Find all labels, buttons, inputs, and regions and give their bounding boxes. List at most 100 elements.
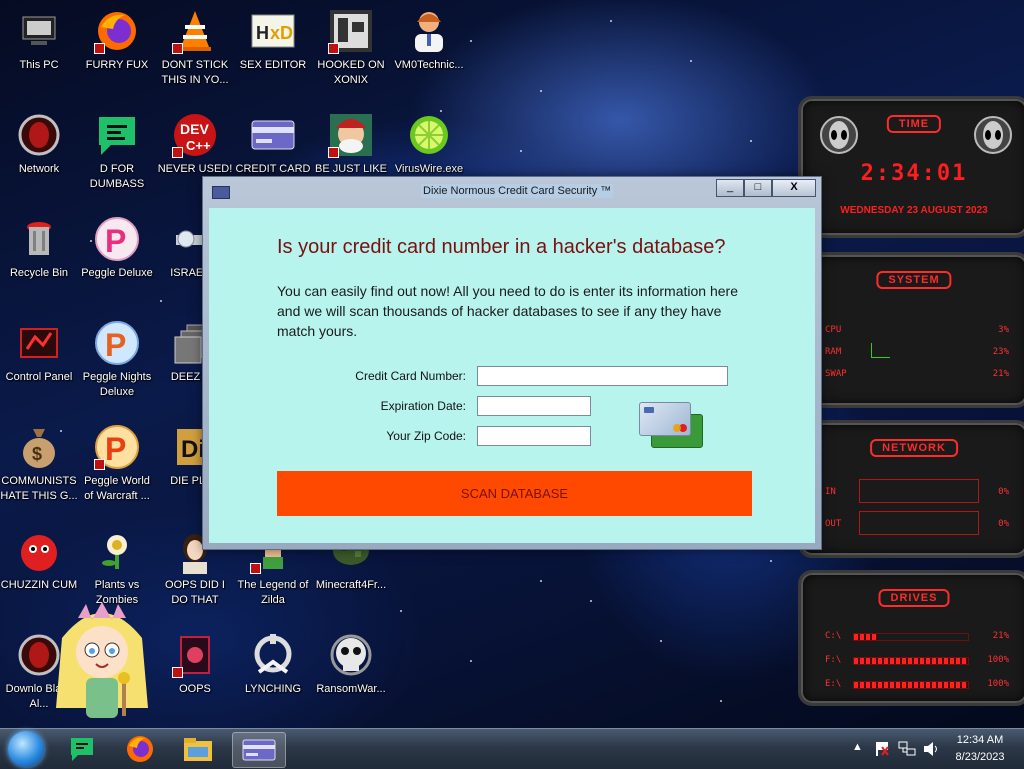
credit-card-security-window[interactable]: Dixie Normous Credit Card Security ™ _ □… — [202, 176, 822, 550]
taskbar-item-firefox[interactable] — [118, 732, 162, 766]
clock-gadget[interactable]: TIME 2:34:01 WEDNESDAY 23 AUGUST 2023 — [798, 96, 1024, 238]
vlc-cone-icon — [172, 8, 218, 54]
network-icon[interactable] — [898, 741, 916, 757]
credit-cards-image — [639, 402, 709, 450]
zip-code-label: Your Zip Code: — [386, 429, 466, 443]
desktop-icon-lynching[interactable]: LYNCHING — [234, 632, 312, 697]
drive-label: C:\ — [825, 631, 842, 641]
firefox-icon — [127, 736, 153, 762]
minimize-button[interactable]: _ — [716, 179, 744, 197]
cartoon-character-sticker — [52, 598, 152, 728]
drive-usage-bar — [853, 657, 969, 665]
intro-text: You can easily find out now! All you nee… — [277, 283, 738, 339]
desktop-icon-peggle-deluxe[interactable]: P Peggle Deluxe — [78, 216, 156, 281]
desktop-icon-vm0technic[interactable]: VM0Technic... — [390, 8, 468, 73]
doctor-icon — [406, 8, 452, 54]
peggle-icon: P — [94, 216, 140, 262]
alien-right-icon — [974, 116, 1012, 154]
desktop-icon-viruswire[interactable]: VirusWire.exe — [390, 112, 468, 177]
maximize-button[interactable]: □ — [744, 179, 772, 197]
taskbar-item-chat[interactable] — [60, 732, 104, 766]
file-explorer-icon — [184, 738, 212, 761]
xonix-game-icon — [328, 8, 374, 54]
close-button[interactable]: X — [772, 179, 816, 197]
svg-text:C++: C++ — [186, 138, 211, 153]
firefox-icon — [94, 8, 140, 54]
alien-left-icon — [820, 116, 858, 154]
desktop-icon-never-used[interactable]: DEV C++ NEVER USED! — [156, 112, 234, 177]
drive-row: E:\ 100% — [825, 679, 1009, 689]
desktop-icon-plants-vs-zombies[interactable]: Plants vs Zombies — [78, 528, 156, 608]
taskbar-clock-date[interactable]: 8/23/2023 — [948, 751, 1012, 763]
clock-time: 2:34:01 — [860, 161, 968, 186]
lime-icon — [406, 112, 452, 158]
drive-row: F:\ 100% — [825, 655, 1009, 665]
desktop-icon-recycle-bin[interactable]: Recycle Bin — [0, 216, 78, 281]
volume-icon[interactable] — [922, 741, 940, 757]
taskbar: ▲ 12:34 AM 8/23/2023 — [0, 728, 1024, 769]
show-hidden-icons-button[interactable]: ▲ — [852, 741, 863, 753]
desktop-icon-peggle-wow[interactable]: P Peggle World of Warcraft ... — [78, 424, 156, 504]
expiration-date-label: Expiration Date: — [380, 399, 466, 413]
desktop-icon-this-pc[interactable]: This PC — [0, 8, 78, 73]
recycle-bin-icon — [16, 216, 62, 262]
desktop-icon-dont-stick[interactable]: DONT STICK THIS IN YO... — [156, 8, 234, 88]
devcpp-icon: DEV C++ — [172, 112, 218, 158]
dude-icon — [328, 112, 374, 158]
money-bag-icon: $ — [16, 424, 62, 470]
scan-database-button[interactable]: SCAN DATABASE — [277, 471, 752, 516]
desktop-icon-oops[interactable]: OOPS — [156, 632, 234, 697]
drive-value: 100% — [987, 655, 1009, 665]
svg-text:P: P — [105, 431, 126, 467]
ram-graph — [871, 343, 890, 358]
desktop-icon-d-for-dumbass[interactable]: D FOR DUMBASS — [78, 112, 156, 192]
desktop-icon-sex-editor[interactable]: HxD SEX EDITOR — [234, 8, 312, 73]
desktop-icon-furry-fux[interactable]: FURRY FUX — [78, 8, 156, 73]
net-graph-out — [859, 511, 979, 535]
network-gadget[interactable]: NETWORK IN 0% OUT 0% — [798, 420, 1024, 558]
drive-label: E:\ — [825, 679, 842, 689]
taskbar-item-file-explorer[interactable] — [176, 732, 220, 766]
credit-card-icon — [242, 739, 276, 761]
desktop-icon-control-panel[interactable]: Control Panel — [0, 320, 78, 385]
alien-network-icon — [16, 112, 62, 158]
expiration-date-input[interactable] — [477, 396, 591, 416]
card-number-label: Credit Card Number: — [355, 369, 466, 383]
desktop-icon-communists[interactable]: $ COMMUNISTS HATE THIS G... — [0, 424, 78, 504]
taskbar-item-credit-card-checker[interactable] — [232, 732, 286, 768]
desktop-icon-hooked-on-xonix[interactable]: HOOKED ON XONIX — [312, 8, 390, 88]
cpu-row: CPU 3% — [825, 325, 1009, 335]
flag-icon[interactable] — [874, 741, 890, 757]
svg-text:DEV: DEV — [180, 121, 209, 137]
card-number-input[interactable] — [477, 366, 728, 386]
drive-value: 21% — [992, 631, 1009, 641]
oops-box-icon — [172, 632, 218, 678]
plants-vs-zombies-icon — [94, 528, 140, 574]
desktop-icon-chuzzin-cum[interactable]: CHUZZIN CUM — [0, 528, 78, 593]
window-client-area: Is your credit card number in a hacker's… — [209, 208, 815, 543]
swap-row: SWAP 21% — [825, 369, 1009, 379]
peggle-nights-icon: P — [94, 320, 140, 366]
system-title: SYSTEM — [876, 271, 952, 289]
svg-text:xD: xD — [270, 23, 293, 43]
desktop-icon-ransomware[interactable]: RansomWar... — [312, 632, 390, 697]
svg-text:P: P — [105, 327, 126, 363]
hxd-editor-icon: HxD — [250, 8, 296, 54]
svg-text:P: P — [105, 223, 126, 259]
desktop-icon-network[interactable]: Network — [0, 112, 78, 177]
clock-date: WEDNESDAY 23 AUGUST 2023 — [840, 205, 988, 216]
taskbar-clock-time[interactable]: 12:34 AM — [950, 734, 1010, 746]
ram-row: RAM 23% — [825, 347, 1009, 357]
zip-code-input[interactable] — [477, 426, 591, 446]
control-panel-icon — [16, 320, 62, 366]
desktop-icon-peggle-nights[interactable]: P Peggle Nights Deluxe — [78, 320, 156, 400]
computer-icon — [16, 8, 62, 54]
credit-card-icon — [250, 112, 296, 158]
app-window-icon — [212, 186, 230, 199]
drive-row: C:\ 21% — [825, 631, 1009, 641]
drives-gadget[interactable]: DRIVES C:\ 21% F:\ 100% E:\ 100% — [798, 570, 1024, 706]
peggle-wow-icon: P — [94, 424, 140, 470]
start-button[interactable] — [8, 731, 44, 767]
system-gadget[interactable]: SYSTEM CPU 3% RAM 23% SWAP 21% — [798, 252, 1024, 408]
drive-value: 100% — [987, 679, 1009, 689]
